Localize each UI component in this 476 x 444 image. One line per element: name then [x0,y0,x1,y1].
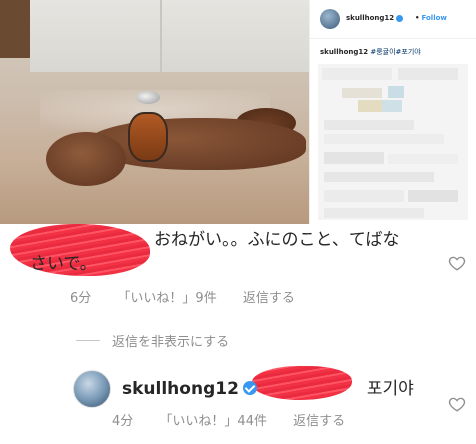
photo-dog [46,108,308,188]
comment-reply-button[interactable]: 返信する [243,291,295,306]
dog-head [46,132,126,186]
dog-harness [128,112,168,162]
comment-body: おねがい。。ふにのこと、てばな さいで。 [30,228,440,276]
separator-dot: • [415,14,420,22]
pixel-block [342,88,382,98]
pixel-block [388,86,404,98]
post-caption: skullhong12 #룽귤이#포기야 [320,47,421,57]
dog-photo [0,0,309,224]
verified-badge-icon [242,381,257,395]
post-header: skullhong12 • Follow [310,0,476,39]
reply-avatar[interactable] [73,370,111,408]
post-username[interactable]: skullhong12 [346,14,404,22]
photo-door [0,0,30,58]
reply-body: skullhong12 포기야 [122,374,414,399]
post-username-text[interactable]: skullhong12 [346,14,394,22]
follow-button[interactable]: • Follow [413,14,447,22]
photo-bowl [136,91,160,104]
pixel-block [324,208,424,218]
pixel-block [322,68,392,80]
photo-wall-seam [160,0,162,72]
reply-time: 4分 [112,414,134,429]
pixel-block [324,190,404,202]
like-heart-icon[interactable] [448,254,466,272]
pixel-block [358,100,382,112]
post-avatar[interactable] [320,9,340,29]
hide-replies-button[interactable]: 返信を非表示にする [112,331,229,350]
reply-meta: 4分 「いいね！」44件 返信する [112,410,367,429]
comment-line-1: おねがい。。ふにのこと、てばな [154,230,400,250]
pixel-block [388,154,458,164]
pixel-block [324,172,434,182]
hide-replies-divider [76,340,100,341]
pixel-block [324,134,444,144]
caption-hashtags[interactable]: #룽귤이#포기야 [370,48,420,56]
pixel-block [324,120,414,130]
post-screenshot: skullhong12 • Follow skullhong12 #룽귤이#포기야 [0,0,476,224]
comment-time: 6分 [70,291,92,306]
reply-text: 포기야 [366,379,414,399]
pixel-block [324,152,384,164]
pixel-block [408,190,458,202]
reply-like-heart-icon[interactable] [448,395,466,413]
comment-meta: 6分 「いいね！」9件 返信する [70,287,317,306]
caption-username[interactable]: skullhong12 [320,48,368,56]
comment-line-2: さいで。 [30,254,97,274]
reply-reply-button[interactable]: 返信する [293,414,345,429]
pixel-block [398,68,458,80]
post-sidebar: skullhong12 • Follow skullhong12 #룽귤이#포기야 [309,0,476,224]
follow-label[interactable]: Follow [421,14,446,22]
reply-username[interactable]: skullhong12 [122,379,239,399]
comment-like-count[interactable]: 「いいね！」9件 [117,291,216,306]
reply-like-count[interactable]: 「いいね！」44件 [159,414,267,429]
photo-wall [30,0,309,72]
pixel-block [382,100,402,112]
verified-icon [396,14,404,22]
pixelated-comments [318,64,470,220]
